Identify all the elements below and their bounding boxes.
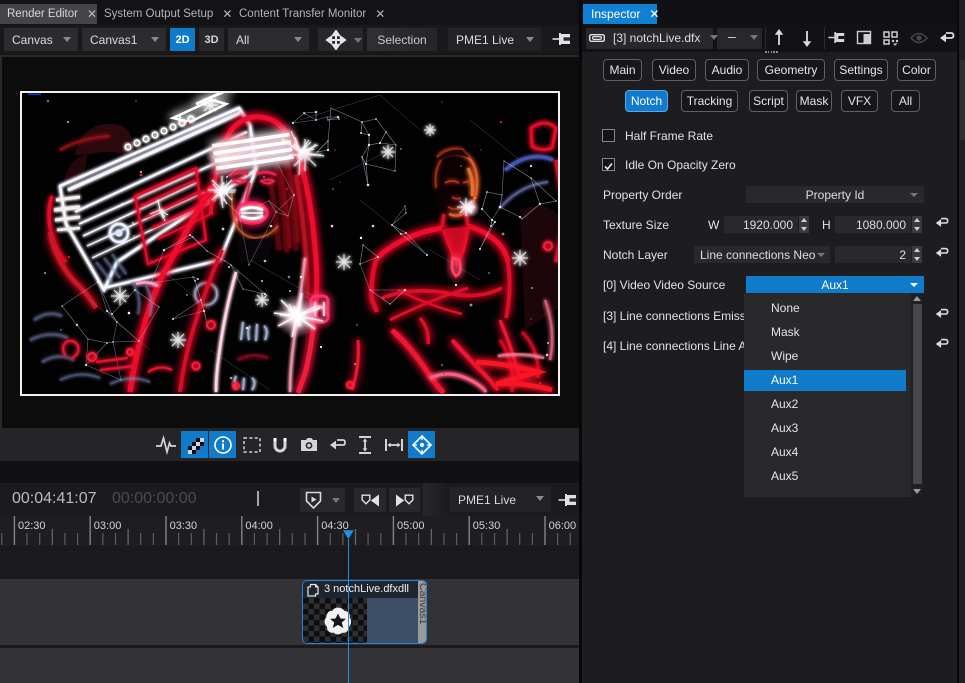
svg-text:02:30: 02:30 xyxy=(18,520,46,532)
svg-text:05:00: 05:00 xyxy=(397,520,425,532)
svg-text:04:00: 04:00 xyxy=(245,520,273,532)
svg-text:03:30: 03:30 xyxy=(170,520,198,532)
svg-text:06:00: 06:00 xyxy=(549,520,577,532)
svg-text:05:30: 05:30 xyxy=(473,520,501,532)
svg-text:03:00: 03:00 xyxy=(94,520,122,532)
